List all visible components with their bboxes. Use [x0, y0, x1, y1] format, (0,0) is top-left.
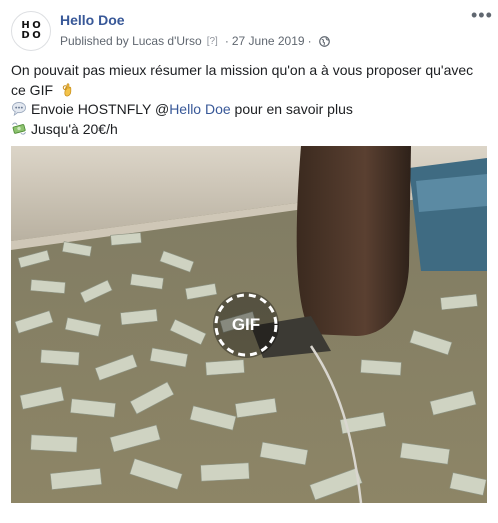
avatar-logo: H O D O — [20, 21, 42, 41]
post-text-line: ce GIF — [11, 81, 491, 101]
page-avatar[interactable]: H O D O — [11, 11, 51, 51]
facebook-post: H O D O Hello Doe Published by Lucas d'U… — [0, 0, 498, 523]
author-name[interactable]: Lucas d'Urso — [132, 34, 202, 48]
mention-link[interactable]: Hello Doe — [169, 101, 230, 117]
money-with-wings-emoji — [12, 122, 26, 135]
more-options-icon[interactable]: ••• — [471, 6, 493, 24]
post-text-line: Jusqu'à 20€/h — [11, 120, 491, 140]
gif-label: GIF — [231, 315, 261, 334]
avatar-letter: D — [21, 30, 30, 41]
post-text-segment: pour en savoir plus — [230, 101, 353, 117]
globe-icon[interactable] — [318, 35, 330, 47]
avatar-letter: O — [32, 30, 41, 41]
post-text-line: On pouvait pas mieux résumer la mission … — [11, 62, 474, 78]
speech-bubble-emoji — [12, 101, 26, 116]
author-help[interactable]: [?] — [207, 36, 218, 47]
post-meta: Published by Lucas d'Urso [?] · 27 June … — [60, 34, 330, 48]
page-name-link[interactable]: Hello Doe — [60, 12, 125, 28]
gif-play-button[interactable]: GIF — [213, 292, 279, 358]
meta-separator: · — [224, 34, 229, 48]
post-text-segment: Envoie HOSTNFLY @ — [31, 101, 170, 117]
post-text-line: Envoie HOSTNFLY @Hello Doe pour en savoi… — [11, 100, 491, 120]
post-text-segment: Jusqu'à 20€/h — [31, 120, 118, 137]
meta-separator: · — [307, 34, 312, 48]
ok-hand-emoji — [62, 82, 72, 96]
post-text: On pouvait pas mieux résumer la mission … — [11, 61, 491, 139]
published-by-label: Published by — [60, 34, 129, 48]
gif-media[interactable]: GIF — [11, 146, 487, 503]
post-text-segment: ce GIF — [11, 81, 54, 98]
post-date[interactable]: 27 June 2019 — [232, 34, 305, 48]
